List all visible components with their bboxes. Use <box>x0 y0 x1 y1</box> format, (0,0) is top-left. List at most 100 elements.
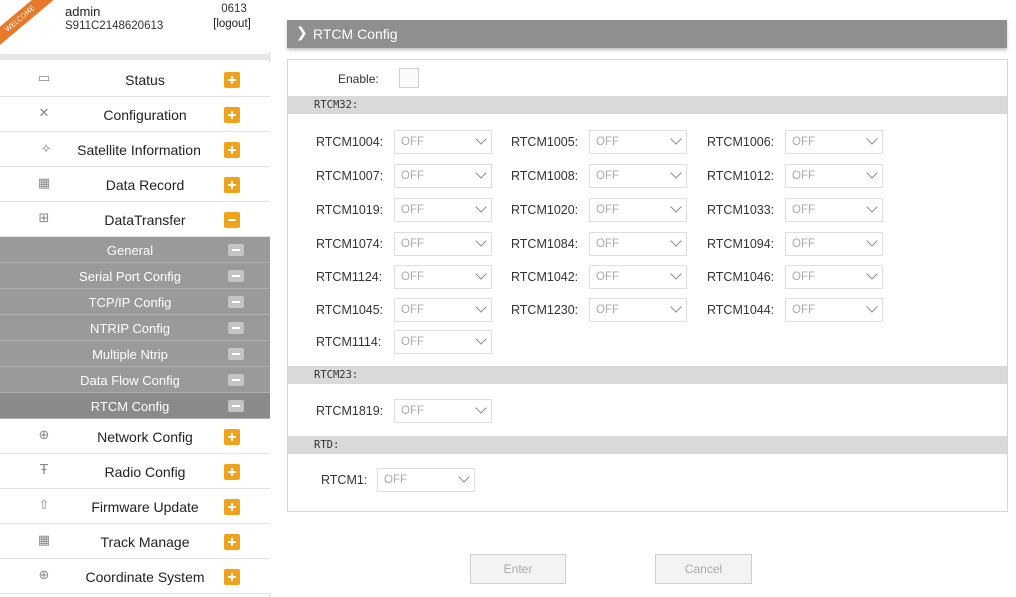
rtcm1042-select[interactable]: OFF <box>589 265 687 289</box>
section-rtcm23: RTCM23: <box>288 366 1007 384</box>
rtcm1094-select[interactable]: OFF <box>785 232 883 256</box>
rtcm-config-panel: Enable: RTCM32: RTCM1004: OFF RTCM1005: … <box>287 59 1008 512</box>
rtcm1-select[interactable]: OFF <box>377 468 475 492</box>
sidebar-item-coordinate[interactable]: ⊕ Coordinate System <box>0 559 270 594</box>
chevron-down-icon <box>475 235 487 247</box>
sidebar-item-label: Satellite Information <box>77 142 201 158</box>
expand-icon[interactable] <box>224 534 240 550</box>
expand-icon[interactable] <box>224 569 240 585</box>
sidebar-item-radio[interactable]: Ŧ Radio Config <box>0 454 270 489</box>
expand-icon[interactable] <box>224 429 240 445</box>
section-title: RTCM32: <box>314 99 359 111</box>
sidebar-item-data-record[interactable]: ▦ Data Record <box>0 167 270 202</box>
chevron-down-icon <box>475 333 487 345</box>
submenu-item-ntrip[interactable]: NTRIP Config <box>0 315 270 341</box>
rtcm1005-select[interactable]: OFF <box>589 130 687 154</box>
select-value: OFF <box>401 204 424 216</box>
sidebar-item-configuration[interactable]: ✕ Configuration <box>0 97 270 132</box>
sidebar-item-satellite[interactable]: ⟡ Satellite Information <box>0 132 270 167</box>
submenu-item-rtcm[interactable]: RTCM Config <box>0 393 270 419</box>
rtcm1044-select[interactable]: OFF <box>785 298 883 322</box>
rtcm1124-select[interactable]: OFF <box>394 265 492 289</box>
chevron-down-icon <box>866 167 878 179</box>
rtcm1020-select[interactable]: OFF <box>589 198 687 222</box>
chevron-down-icon <box>866 235 878 247</box>
expand-icon[interactable] <box>224 499 240 515</box>
sidebar-nav: ▭ Status ✕ Configuration ⟡ Satellite Inf… <box>0 62 270 594</box>
section-rtd: RTD: <box>288 436 1007 454</box>
enter-button[interactable]: Enter <box>470 554 566 584</box>
sidebar-item-track[interactable]: ▦ Track Manage <box>0 524 270 559</box>
rtcm1008-select[interactable]: OFF <box>589 164 687 188</box>
rtcm1084-select[interactable]: OFF <box>589 232 687 256</box>
select-value: OFF <box>596 304 619 316</box>
rtcm1819-select[interactable]: OFF <box>394 399 492 423</box>
rtcm1230-select[interactable]: OFF <box>589 298 687 322</box>
rtcm1819-label: RTCM1819: <box>316 404 384 418</box>
minus-icon <box>228 296 244 308</box>
submenu-item-multiple-ntrip[interactable]: Multiple Ntrip <box>0 341 270 367</box>
sidebar-item-network[interactable]: ⊕ Network Config <box>0 419 270 454</box>
select-value: OFF <box>401 405 424 417</box>
rtcm1020-label: RTCM1020: <box>511 203 579 217</box>
sidebar-item-data-transfer[interactable]: ⊞ DataTransfer <box>0 202 270 237</box>
rtcm1004-label: RTCM1004: <box>316 135 384 149</box>
chevron-down-icon <box>866 133 878 145</box>
antenna-icon: Ŧ <box>40 463 48 478</box>
rtcm1045-select[interactable]: OFF <box>394 298 492 322</box>
enable-checkbox[interactable] <box>399 68 419 88</box>
submenu-item-serial-port[interactable]: Serial Port Config <box>0 263 270 289</box>
collapse-icon[interactable] <box>224 212 240 228</box>
sidebar-item-label: DataTransfer <box>104 212 186 228</box>
expand-icon[interactable] <box>224 177 240 193</box>
chevron-down-icon <box>670 301 682 313</box>
rtcm1114-select[interactable]: OFF <box>394 330 492 354</box>
sidebar-item-label: Network Config <box>97 429 193 445</box>
rtcm1019-select[interactable]: OFF <box>394 198 492 222</box>
logout-link[interactable]: [logout] <box>204 18 260 30</box>
rtcm1006-label: RTCM1006: <box>707 135 775 149</box>
minus-icon <box>228 322 244 334</box>
rtcm1004-select[interactable]: OFF <box>394 130 492 154</box>
submenu-item-label: General <box>106 243 154 258</box>
sidebar-item-label: Firmware Update <box>91 499 199 515</box>
rtcm1074-select[interactable]: OFF <box>394 232 492 256</box>
submenu-item-data-flow[interactable]: Data Flow Config <box>0 367 270 393</box>
chevron-down-icon <box>475 167 487 179</box>
select-value: OFF <box>401 170 424 182</box>
submenu-item-general[interactable]: General <box>0 237 270 263</box>
network-tree-icon: ⊞ <box>38 211 50 226</box>
sidebar-item-status[interactable]: ▭ Status <box>0 62 270 97</box>
minus-icon <box>228 348 244 360</box>
welcome-ribbon-text: WELCOME <box>0 0 56 51</box>
rtcm1008-label: RTCM1008: <box>511 169 579 183</box>
expand-icon[interactable] <box>224 107 240 123</box>
minus-icon <box>228 400 244 412</box>
sidebar-item-firmware[interactable]: ⇧ Firmware Update <box>0 489 270 524</box>
rtcm1046-select[interactable]: OFF <box>785 265 883 289</box>
rtcm1033-select[interactable]: OFF <box>785 198 883 222</box>
upload-icon: ⇧ <box>38 498 50 513</box>
rtcm1124-label: RTCM1124: <box>316 270 383 284</box>
chevron-down-icon <box>475 402 487 414</box>
chevron-down-icon <box>866 301 878 313</box>
select-value: OFF <box>596 204 619 216</box>
expand-icon[interactable] <box>224 72 240 88</box>
sidebar-item-label: Track Manage <box>100 534 190 550</box>
cancel-button[interactable]: Cancel <box>655 554 752 584</box>
rtcm1012-select[interactable]: OFF <box>785 164 883 188</box>
submenu-item-tcpip[interactable]: TCP/IP Config <box>0 289 270 315</box>
chevron-down-icon <box>475 201 487 213</box>
expand-icon[interactable] <box>224 464 240 480</box>
rtcm1006-select[interactable]: OFF <box>785 130 883 154</box>
expand-icon[interactable] <box>224 142 240 158</box>
select-value: OFF <box>792 170 815 182</box>
rtcm1007-select[interactable]: OFF <box>394 164 492 188</box>
select-value: OFF <box>792 238 815 250</box>
sidebar-item-label: Status <box>125 72 165 88</box>
monitor-icon: ▭ <box>37 71 51 86</box>
chevron-down-icon <box>866 201 878 213</box>
chevron-down-icon <box>866 268 878 280</box>
select-value: OFF <box>792 271 815 283</box>
sidebar: WELCOME admin S911C2148620613 0613 [logo… <box>0 0 270 597</box>
